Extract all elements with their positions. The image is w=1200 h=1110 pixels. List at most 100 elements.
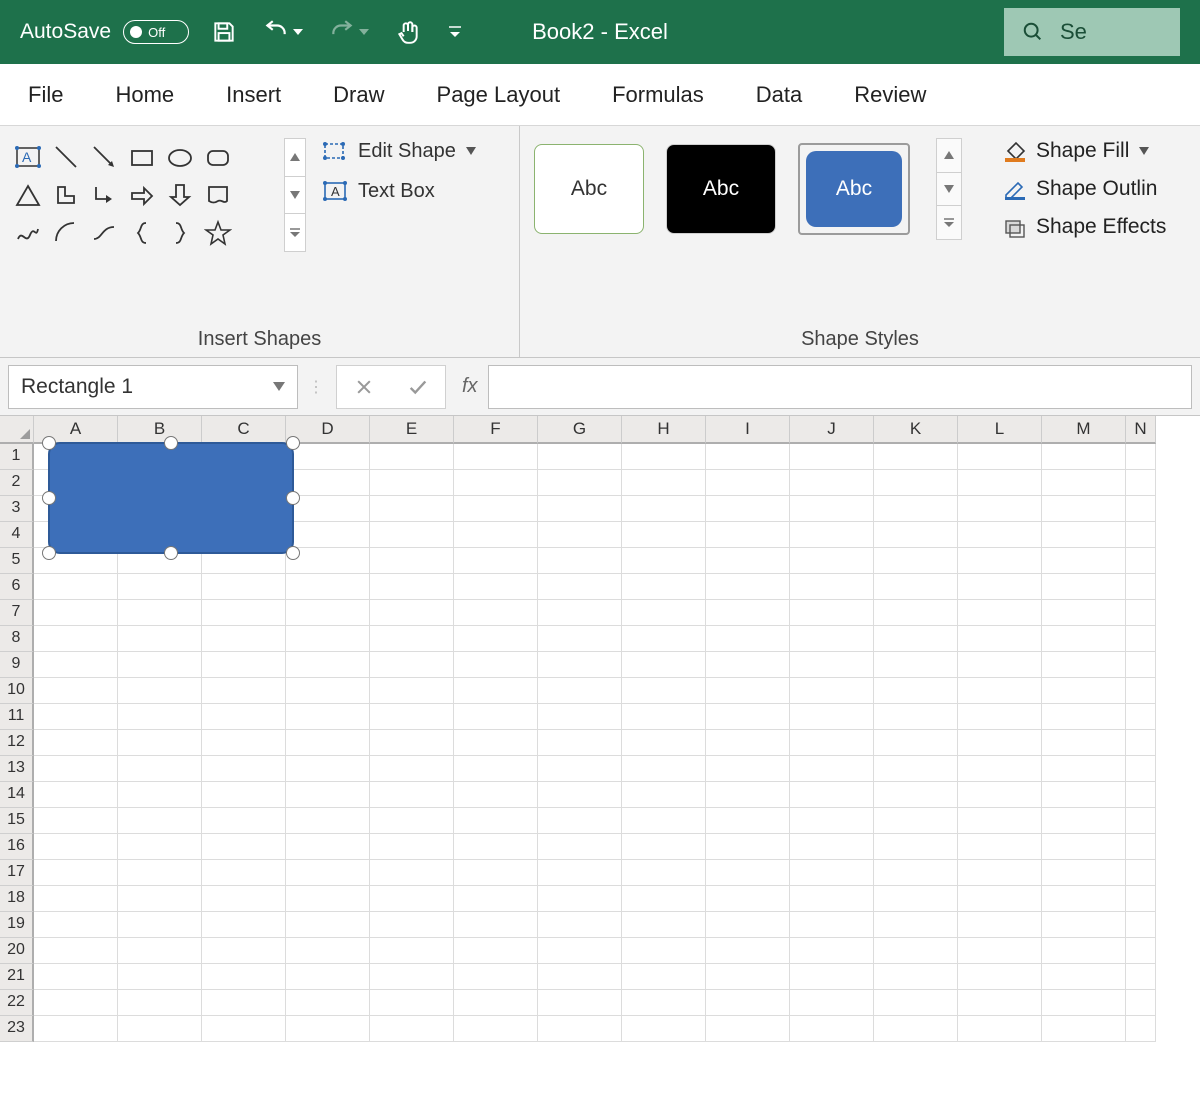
- resize-handle-bottom-left[interactable]: [42, 546, 56, 560]
- cell[interactable]: [202, 626, 286, 652]
- cell[interactable]: [958, 444, 1042, 470]
- cell[interactable]: [622, 470, 706, 496]
- row-header[interactable]: 5: [0, 548, 34, 574]
- formula-input[interactable]: [488, 365, 1192, 409]
- cell[interactable]: [790, 990, 874, 1016]
- cell[interactable]: [706, 912, 790, 938]
- cell[interactable]: [118, 600, 202, 626]
- cell[interactable]: [790, 808, 874, 834]
- cell[interactable]: [454, 548, 538, 574]
- cell[interactable]: [874, 496, 958, 522]
- cell[interactable]: [958, 782, 1042, 808]
- cell[interactable]: [370, 886, 454, 912]
- elbow-arrow-icon[interactable]: [90, 181, 118, 209]
- cell[interactable]: [202, 990, 286, 1016]
- cell[interactable]: [706, 964, 790, 990]
- autosave-toggle[interactable]: Off: [123, 20, 189, 44]
- cell[interactable]: [790, 756, 874, 782]
- cell[interactable]: [370, 470, 454, 496]
- cell[interactable]: [538, 600, 622, 626]
- cell[interactable]: [286, 522, 370, 548]
- cell[interactable]: [1126, 860, 1156, 886]
- cell[interactable]: [538, 860, 622, 886]
- cell[interactable]: [1126, 834, 1156, 860]
- cell[interactable]: [370, 626, 454, 652]
- cell[interactable]: [958, 548, 1042, 574]
- flowchart-document-icon[interactable]: [204, 181, 232, 209]
- cell[interactable]: [118, 886, 202, 912]
- cell[interactable]: [538, 964, 622, 990]
- triangle-icon[interactable]: [14, 181, 42, 209]
- row-header[interactable]: 8: [0, 626, 34, 652]
- undo-button[interactable]: [263, 19, 303, 45]
- cell[interactable]: [370, 652, 454, 678]
- cell[interactable]: [706, 704, 790, 730]
- shapes-gallery[interactable]: A: [14, 138, 278, 252]
- resize-handle-bottom-right[interactable]: [286, 546, 300, 560]
- cell[interactable]: [790, 522, 874, 548]
- cell[interactable]: [622, 990, 706, 1016]
- cell[interactable]: [202, 730, 286, 756]
- cell[interactable]: [1042, 574, 1126, 600]
- tab-file[interactable]: File: [28, 82, 63, 108]
- cell[interactable]: [454, 782, 538, 808]
- cell[interactable]: [454, 704, 538, 730]
- cell[interactable]: [958, 704, 1042, 730]
- cell[interactable]: [790, 704, 874, 730]
- cell[interactable]: [874, 444, 958, 470]
- cell[interactable]: [622, 938, 706, 964]
- cell[interactable]: [958, 886, 1042, 912]
- column-header[interactable]: C: [202, 416, 286, 444]
- cell[interactable]: [874, 470, 958, 496]
- cell[interactable]: [538, 678, 622, 704]
- cell[interactable]: [370, 600, 454, 626]
- cell[interactable]: [790, 938, 874, 964]
- cell[interactable]: [538, 496, 622, 522]
- cell[interactable]: [706, 496, 790, 522]
- cell[interactable]: [874, 834, 958, 860]
- cell[interactable]: [454, 964, 538, 990]
- cell[interactable]: [34, 704, 118, 730]
- cell[interactable]: [1126, 626, 1156, 652]
- cell[interactable]: [370, 522, 454, 548]
- cell[interactable]: [874, 574, 958, 600]
- column-header[interactable]: E: [370, 416, 454, 444]
- column-header[interactable]: F: [454, 416, 538, 444]
- column-header[interactable]: N: [1126, 416, 1156, 444]
- cell[interactable]: [706, 626, 790, 652]
- cell[interactable]: [538, 730, 622, 756]
- cell[interactable]: [790, 678, 874, 704]
- cell[interactable]: [1042, 938, 1126, 964]
- right-arrow-icon[interactable]: [128, 181, 156, 209]
- cell[interactable]: [874, 730, 958, 756]
- cell[interactable]: [622, 964, 706, 990]
- gallery-more[interactable]: [285, 214, 305, 251]
- cell[interactable]: [706, 782, 790, 808]
- cell[interactable]: [454, 444, 538, 470]
- tab-draw[interactable]: Draw: [333, 82, 384, 108]
- resize-handle-bottom-middle[interactable]: [164, 546, 178, 560]
- cell[interactable]: [1042, 886, 1126, 912]
- cell[interactable]: [958, 496, 1042, 522]
- cell[interactable]: [202, 756, 286, 782]
- cell[interactable]: [454, 730, 538, 756]
- cell[interactable]: [622, 496, 706, 522]
- styles-scroll-up[interactable]: [937, 139, 961, 173]
- cell[interactable]: [538, 652, 622, 678]
- cell[interactable]: [538, 756, 622, 782]
- cell[interactable]: [454, 600, 538, 626]
- cell[interactable]: [370, 860, 454, 886]
- row-header[interactable]: 6: [0, 574, 34, 600]
- cell[interactable]: [370, 496, 454, 522]
- cell[interactable]: [958, 808, 1042, 834]
- cell[interactable]: [538, 912, 622, 938]
- cell[interactable]: [874, 548, 958, 574]
- cell[interactable]: [286, 470, 370, 496]
- cell[interactable]: [538, 990, 622, 1016]
- cell[interactable]: [454, 626, 538, 652]
- cell[interactable]: [958, 730, 1042, 756]
- left-brace-icon[interactable]: [128, 219, 156, 247]
- cell[interactable]: [706, 574, 790, 600]
- row-header[interactable]: 20: [0, 938, 34, 964]
- cell[interactable]: [874, 990, 958, 1016]
